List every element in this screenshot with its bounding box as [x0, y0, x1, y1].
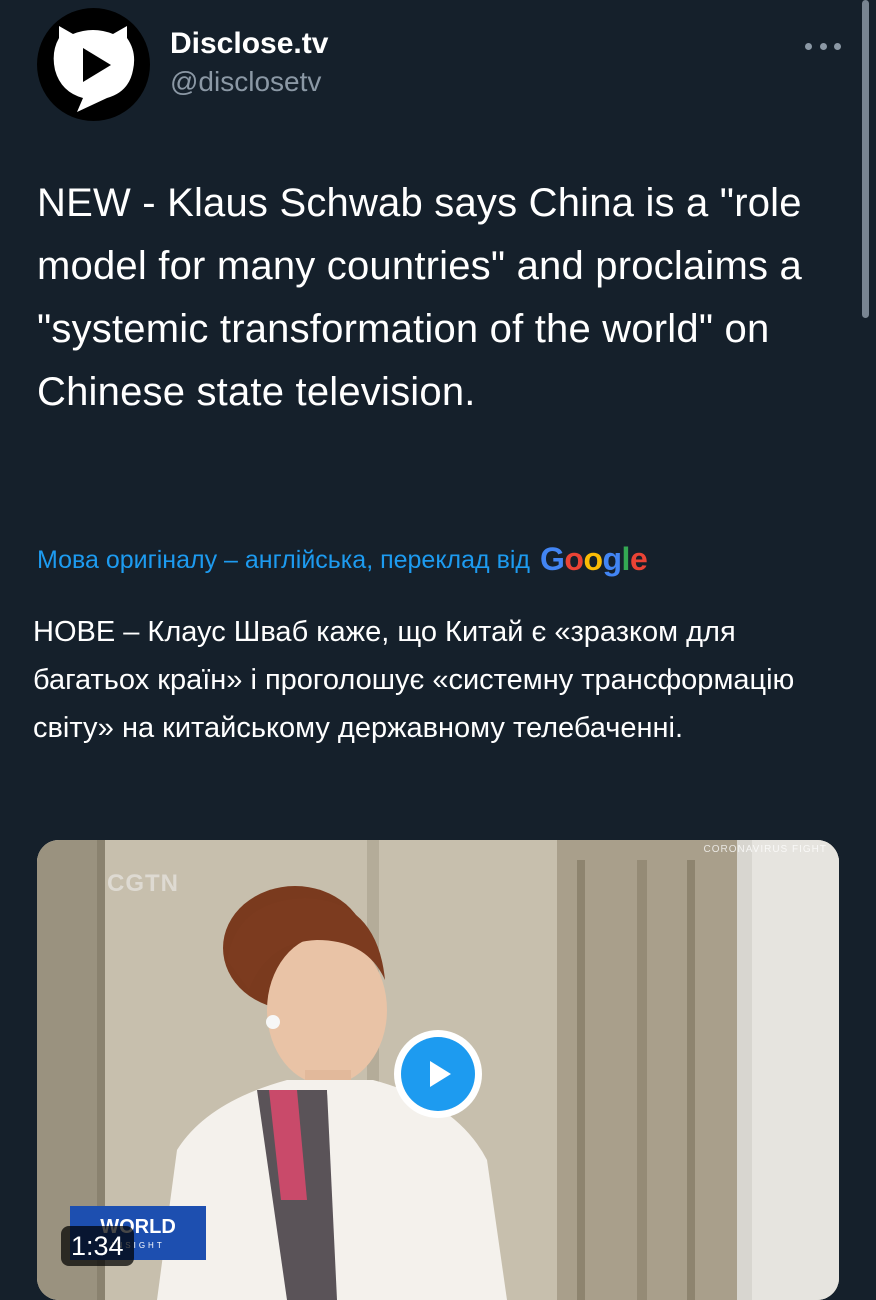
play-button-circle — [401, 1037, 475, 1111]
google-logo-letter: l — [621, 540, 631, 577]
scrollbar[interactable] — [862, 0, 869, 318]
display-name[interactable]: Disclose.tv — [170, 26, 328, 62]
translation-label[interactable]: Мова оригіналу – англійська, переклад ві… — [37, 546, 530, 575]
google-logo: Google — [540, 540, 648, 578]
more-options-button[interactable] — [805, 36, 841, 56]
video-player[interactable]: CGTN CORONAVIRUS FIGHT WORLD INSIGHT 1:3… — [37, 840, 839, 1300]
author-info: Disclose.tv @disclosetv — [170, 26, 328, 100]
handle[interactable]: @disclosetv — [170, 64, 328, 100]
play-button[interactable] — [394, 1030, 482, 1118]
google-logo-letter: o — [564, 540, 584, 577]
video-caption: CORONAVIRUS FIGHT — [703, 844, 827, 855]
translated-text: НОВЕ – Клаус Шваб каже, що Китай є «зраз… — [33, 616, 795, 744]
play-speech-bubble-cat-icon — [53, 26, 135, 112]
translation-attribution[interactable]: Мова оригіналу – англійська, переклад ві… — [37, 538, 648, 582]
more-dots-icon — [834, 42, 841, 50]
avatar[interactable] — [37, 8, 150, 121]
tweet-header: Disclose.tv @disclosetv — [37, 8, 876, 128]
google-logo-letter: o — [583, 540, 603, 577]
more-dots-icon — [805, 42, 812, 50]
video-duration: 1:34 — [61, 1226, 134, 1266]
play-icon — [430, 1061, 451, 1087]
channel-watermark: CGTN — [107, 870, 179, 897]
google-logo-letter: g — [602, 540, 623, 577]
tweet-text: NEW - Klaus Schwab says China is a "role… — [37, 181, 802, 414]
google-logo-letter: e — [629, 540, 648, 577]
more-dots-icon — [819, 42, 827, 50]
google-logo-letter: G — [540, 540, 565, 577]
